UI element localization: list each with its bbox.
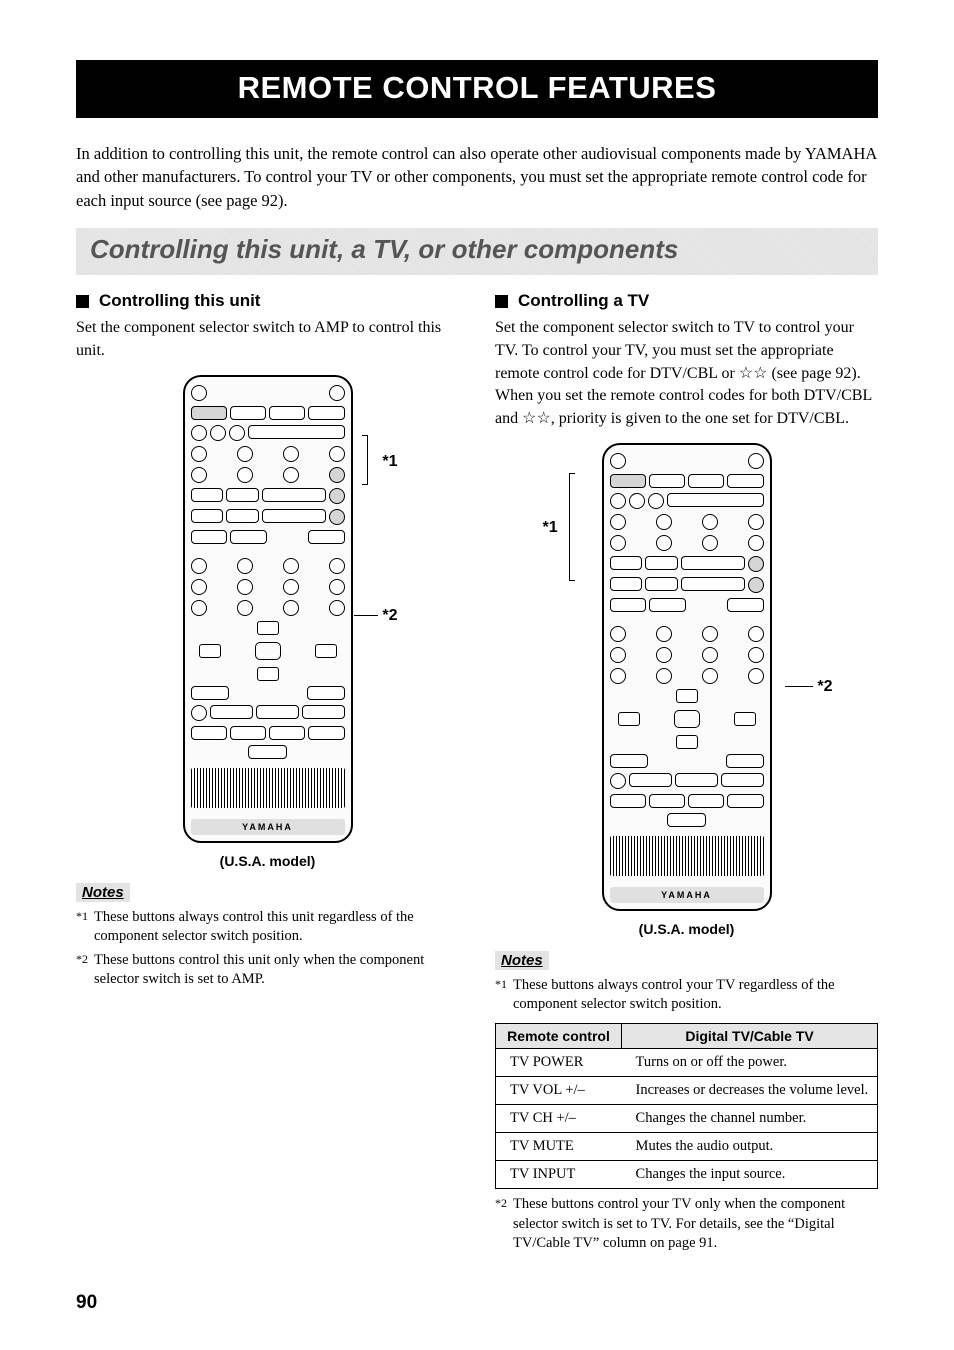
remote-brand-label: YAMAHA — [610, 887, 764, 903]
left-notes-heading: Notes — [76, 883, 130, 902]
right-note-2: *2 These buttons control your TV only wh… — [495, 1195, 878, 1254]
right-note-1: *1 These buttons always control your TV … — [495, 976, 878, 1015]
right-column: Controlling a TV Set the component selec… — [495, 291, 878, 1257]
left-note-1: *1 These buttons always control this uni… — [76, 908, 459, 947]
square-bullet-icon — [495, 295, 508, 308]
callout-2: *2 — [817, 678, 832, 696]
square-bullet-icon — [76, 295, 89, 308]
right-remote-figure: *1 *2 — [547, 443, 827, 911]
left-body: Set the component selector switch to AMP… — [76, 317, 459, 362]
right-heading: Controlling a TV — [495, 291, 878, 311]
table-header-remote: Remote control — [496, 1023, 622, 1048]
callout-1: *1 — [543, 519, 558, 537]
right-notes-heading: Notes — [495, 951, 549, 970]
page-number: 90 — [76, 1292, 97, 1314]
left-column: Controlling this unit Set the component … — [76, 291, 459, 1257]
remote-diagram: YAMAHA — [183, 375, 353, 843]
left-model-label: (U.S.A. model) — [76, 853, 459, 869]
tv-function-table: Remote control Digital TV/Cable TV TV PO… — [495, 1023, 878, 1189]
left-heading: Controlling this unit — [76, 291, 459, 311]
callout-2: *2 — [382, 607, 397, 625]
right-heading-text: Controlling a TV — [518, 291, 649, 311]
remote-diagram: YAMAHA — [602, 443, 772, 911]
bracket-icon — [569, 473, 575, 581]
left-note-2: *2 These buttons control this unit only … — [76, 951, 459, 990]
table-row: TV VOL +/–Increases or decreases the vol… — [496, 1076, 878, 1104]
left-remote-figure: *1 *2 — [138, 375, 398, 843]
section-band: Controlling this unit, a TV, or other co… — [76, 228, 878, 275]
right-model-label: (U.S.A. model) — [495, 921, 878, 937]
remote-brand-label: YAMAHA — [191, 819, 345, 835]
bracket-icon — [362, 435, 368, 485]
table-header-dtv: Digital TV/Cable TV — [622, 1023, 878, 1048]
left-heading-text: Controlling this unit — [99, 291, 260, 311]
table-row: TV CH +/–Changes the channel number. — [496, 1104, 878, 1132]
table-row: TV MUTEMutes the audio output. — [496, 1132, 878, 1160]
table-row: TV INPUTChanges the input source. — [496, 1160, 878, 1188]
table-row: TV POWERTurns on or off the power. — [496, 1048, 878, 1076]
callout-1: *1 — [382, 453, 397, 471]
page-title-bar: REMOTE CONTROL FEATURES — [76, 60, 878, 118]
intro-paragraph: In addition to controlling this unit, th… — [76, 142, 878, 212]
right-body: Set the component selector switch to TV … — [495, 317, 878, 431]
